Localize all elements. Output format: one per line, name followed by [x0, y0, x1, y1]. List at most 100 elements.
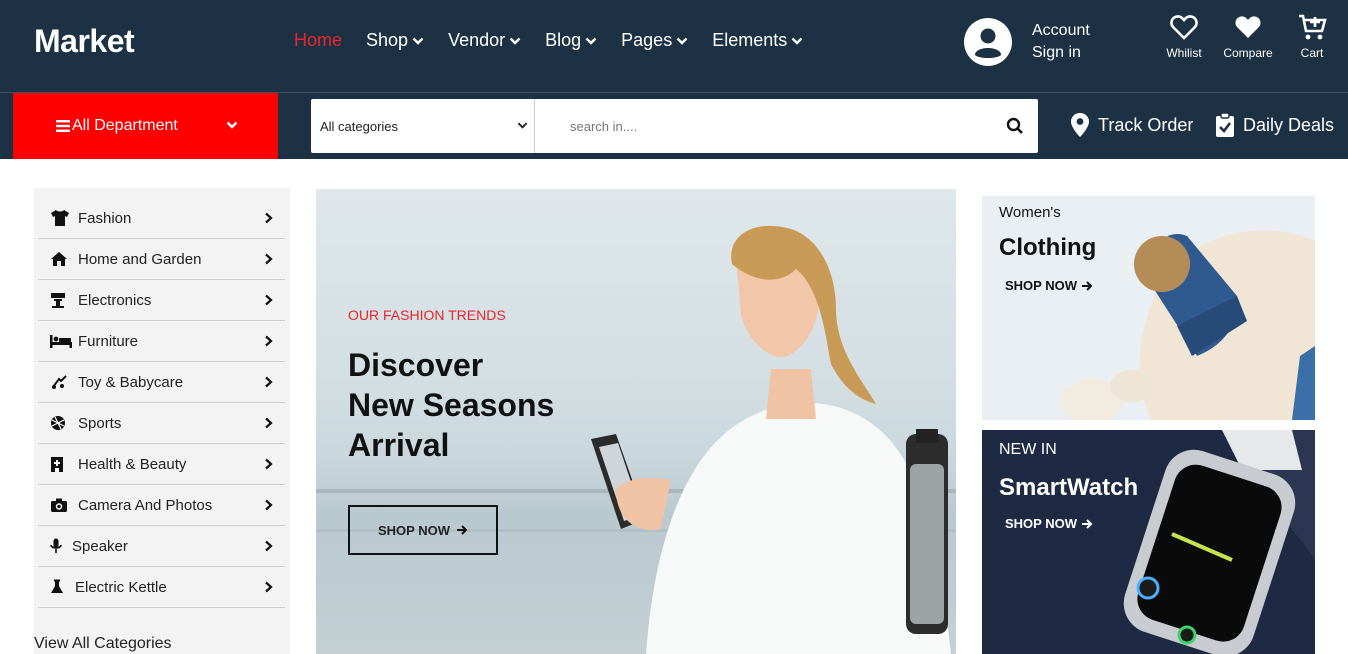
category-label: Health & Beauty: [78, 455, 187, 473]
ball-icon: [50, 415, 72, 431]
category-item-sports[interactable]: Sports: [38, 403, 285, 444]
category-label: Furniture: [78, 332, 139, 350]
hero-shop-now-button[interactable]: SHOP NOW: [348, 505, 498, 555]
chevron-right-icon: [265, 376, 273, 388]
arrow-right-icon: [1082, 280, 1093, 291]
category-item-speaker[interactable]: Speaker: [38, 526, 285, 567]
hero-subtitle: OUR FASHION TRENDS: [348, 307, 506, 323]
chevron-down-icon: [509, 37, 521, 45]
nav-label: Pages: [621, 30, 673, 50]
kettle-icon: [50, 579, 69, 595]
clothing-shop-now-button[interactable]: SHOP NOW: [1005, 278, 1093, 293]
hero-title-line: Arrival: [348, 427, 450, 463]
user-avatar-icon: [964, 18, 1012, 66]
chevron-right-icon: [265, 540, 273, 552]
search-bar: All Department All categories search in.…: [0, 93, 1348, 159]
banner-small-title: NEW IN: [999, 441, 1057, 458]
nav-pages[interactable]: Pages: [621, 30, 688, 51]
smartwatch-banner[interactable]: NEW IN SmartWatch SHOP NOW: [982, 430, 1315, 654]
category-select[interactable]: All categories: [311, 99, 535, 153]
compare-button[interactable]: Compare: [1216, 12, 1280, 60]
daily-deals-label: Daily Deals: [1243, 114, 1335, 135]
category-item-toy-babycare[interactable]: Toy & Babycare: [38, 362, 285, 403]
map-pin-icon: [1071, 113, 1089, 137]
daily-deals-link[interactable]: Daily Deals: [1215, 112, 1334, 138]
chevron-right-icon: [265, 581, 273, 593]
search-icon: [1006, 117, 1023, 134]
banner-title: Clothing: [999, 234, 1097, 261]
search-button[interactable]: [992, 99, 1038, 153]
nav-elements[interactable]: Elements: [712, 30, 803, 51]
toy-icon: [50, 374, 72, 390]
logo[interactable]: Market: [34, 23, 135, 60]
category-label: Fashion: [78, 209, 132, 227]
search-placeholder: search in....: [570, 118, 638, 134]
nav-shop[interactable]: Shop: [366, 30, 424, 51]
category-item-furniture[interactable]: Furniture: [38, 321, 285, 362]
menu-icon: [56, 120, 70, 132]
chevron-right-icon: [265, 294, 273, 306]
chevron-down-icon: [791, 37, 803, 45]
category-sidebar: Fashion Home and Garden Electronics Furn…: [34, 188, 290, 654]
hero-title-line: Discover: [348, 347, 484, 383]
cart-label: Cart: [1300, 46, 1324, 60]
track-order-label: Track Order: [1098, 114, 1194, 135]
home-icon: [50, 251, 72, 267]
category-label: Electronics: [78, 291, 152, 309]
bed-icon: [50, 334, 72, 348]
view-all-categories-link[interactable]: View All Categories: [34, 635, 172, 653]
hero-shop-now-label: SHOP NOW: [378, 522, 450, 538]
chevron-down-icon: [676, 37, 688, 45]
hero-title: Discover New Seasons Arrival: [348, 345, 608, 465]
track-order-link[interactable]: Track Order: [1070, 112, 1193, 138]
category-item-fashion[interactable]: Fashion: [38, 198, 285, 239]
category-label: Speaker: [72, 537, 128, 555]
category-item-health-beauty[interactable]: Health & Beauty: [38, 444, 285, 485]
category-label: Electric Kettle: [75, 578, 167, 596]
wishlist-button[interactable]: Whilist: [1152, 12, 1216, 60]
top-header: Market Home Shop Vendor Blog Pages Eleme…: [0, 0, 1348, 92]
category-item-electronics[interactable]: Electronics: [38, 280, 285, 321]
arrow-right-icon: [1082, 518, 1093, 529]
clothing-banner[interactable]: Women's Clothing SHOP NOW: [982, 196, 1315, 420]
banner-title: SmartWatch: [999, 474, 1139, 501]
chevron-down-icon: [585, 37, 597, 45]
nav-label: Vendor: [448, 30, 506, 50]
cart-button[interactable]: Cart: [1280, 12, 1344, 60]
category-label: Home and Garden: [78, 250, 202, 268]
banner-button-label: SHOP NOW: [1005, 278, 1077, 293]
account-text: Account Sign in: [1032, 20, 1090, 64]
nav-home[interactable]: Home: [294, 30, 342, 51]
nav-vendor[interactable]: Vendor: [448, 30, 521, 51]
account-link[interactable]: Account Sign in: [964, 18, 1090, 66]
category-list: Fashion Home and Garden Electronics Furn…: [38, 198, 285, 608]
compare-label: Compare: [1223, 46, 1273, 60]
category-item-home-garden[interactable]: Home and Garden: [38, 239, 285, 280]
chevron-right-icon: [265, 335, 273, 347]
smartwatch-shop-now-button[interactable]: SHOP NOW: [1005, 516, 1093, 531]
hero-banner: OUR FASHION TRENDS Discover New Seasons …: [316, 189, 956, 654]
chevron-right-icon: [265, 212, 273, 224]
hero-title-line: New Seasons: [348, 387, 555, 423]
nav-blog[interactable]: Blog: [545, 30, 597, 51]
category-item-camera-photos[interactable]: Camera And Photos: [38, 485, 285, 526]
search-input[interactable]: search in....: [535, 99, 992, 153]
chevron-down-icon: [226, 121, 238, 129]
all-department-button[interactable]: All Department: [13, 93, 278, 159]
chevron-down-icon: [412, 37, 424, 45]
heart-outline-icon: [1170, 15, 1198, 40]
account-label: Account: [1032, 22, 1090, 39]
wishlist-label: Whilist: [1166, 46, 1202, 60]
category-label: Sports: [78, 414, 122, 432]
microphone-icon: [50, 538, 66, 554]
camera-icon: [50, 498, 72, 512]
sign-in-label: Sign in: [1032, 44, 1081, 61]
health-icon: [50, 456, 72, 472]
smartwatch-banner-image: [1123, 430, 1315, 654]
chevron-right-icon: [265, 458, 273, 470]
chevron-down-icon: [517, 122, 528, 129]
category-selected: All categories: [320, 118, 399, 134]
cart-icon: [1299, 14, 1327, 40]
all-department-label: All Department: [72, 117, 178, 134]
category-item-electric-kettle[interactable]: Electric Kettle: [38, 567, 285, 608]
